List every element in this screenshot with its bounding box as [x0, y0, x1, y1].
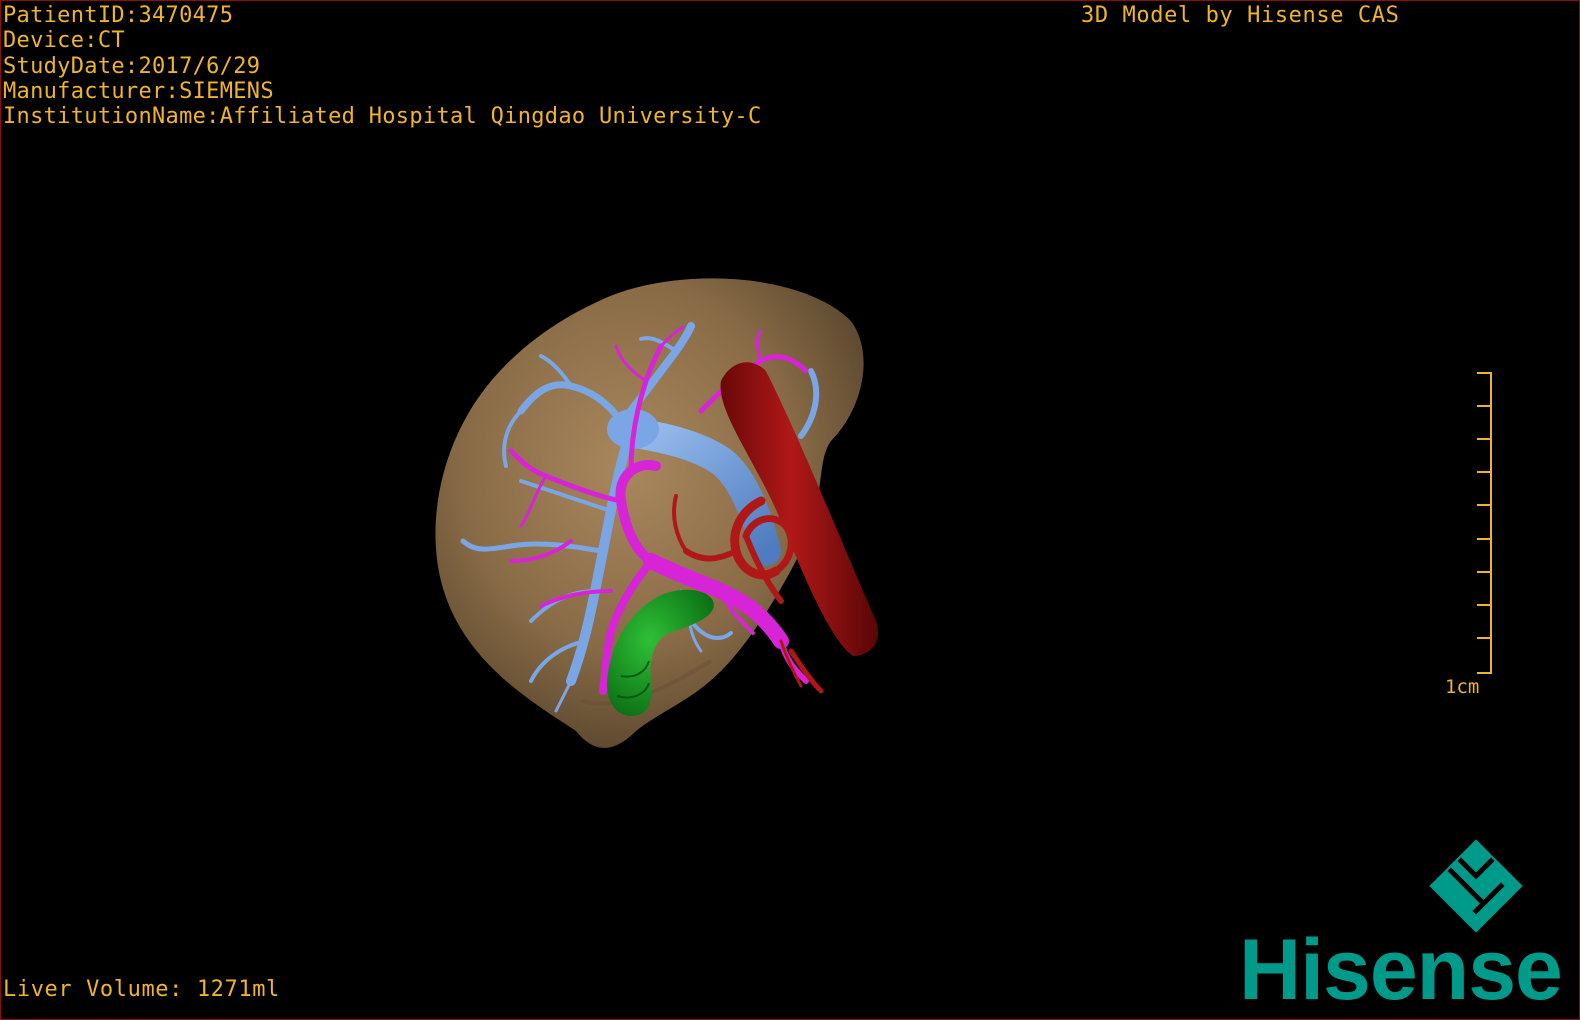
- dicom-info-overlay: PatientID:3470475 Device:CT StudyDate:20…: [3, 3, 762, 129]
- liver-volume-text: Liver Volume: 1271ml: [3, 977, 280, 1002]
- study-date-text: StudyDate:2017/6/29: [3, 53, 261, 79]
- model-credit-text: 3D Model by Hisense CAS: [1081, 3, 1400, 28]
- liver-3d-model[interactable]: [421, 261, 901, 761]
- institution-name-text: InstitutionName:Affiliated Hospital Qing…: [3, 104, 762, 130]
- hisense-logo: Hisense: [1231, 831, 1576, 1018]
- 3d-viewport[interactable]: PatientID:3470475 Device:CT StudyDate:20…: [0, 0, 1580, 1020]
- scale-bar: [1477, 372, 1492, 674]
- patient-id-text: PatientID:3470475: [3, 3, 234, 28]
- hisense-wordmark: Hisense: [1239, 922, 1563, 1018]
- device-text: Device:CT: [3, 28, 125, 54]
- manufacturer-text: Manufacturer:SIEMENS: [3, 78, 274, 104]
- scale-label: 1cm: [1445, 676, 1480, 698]
